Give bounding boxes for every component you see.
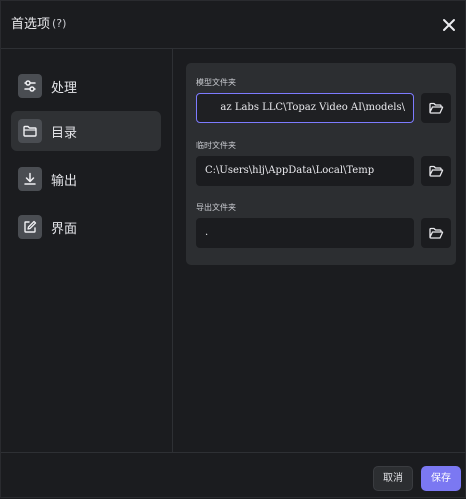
save-button[interactable]: 保存: [421, 466, 461, 491]
sidebar-item-label: 处理: [51, 80, 78, 96]
dialog-header: 首选项 (?): [1, 1, 466, 49]
cancel-button[interactable]: 取消: [373, 466, 413, 491]
model-folder-value: az Labs LLC\Topaz Video AI\models\: [220, 102, 405, 113]
model-folder-label: 模型文件夹: [196, 78, 236, 87]
dialog-title: 首选项 (?): [11, 17, 66, 33]
temp-folder-browse-button[interactable]: [421, 156, 451, 186]
close-button[interactable]: [439, 15, 459, 35]
folder-open-icon: [429, 227, 444, 239]
download-icon: [18, 167, 42, 191]
sidebar-item-directories[interactable]: 目录: [11, 111, 161, 151]
close-icon: [443, 19, 455, 31]
sidebar-item-label: 输出: [51, 173, 78, 189]
sidebar-item-interface[interactable]: 界面: [11, 207, 161, 247]
sidebar-item-label: 目录: [51, 125, 78, 141]
sidebar-item-output[interactable]: 输出: [11, 159, 161, 199]
folder-open-icon: [429, 102, 444, 114]
sidebar-item-label: 界面: [51, 221, 78, 237]
model-folder-input[interactable]: az Labs LLC\Topaz Video AI\models\: [196, 93, 414, 123]
model-folder-browse-button[interactable]: [421, 93, 451, 123]
help-icon[interactable]: (?): [52, 16, 66, 32]
folder-icon: [18, 119, 42, 143]
directories-panel: 模型文件夹 az Labs LLC\Topaz Video AI\models\…: [186, 63, 456, 265]
dialog-title-text: 首选项: [11, 17, 51, 32]
folder-open-icon: [429, 165, 444, 177]
temp-folder-input[interactable]: C:\Users\hlj\AppData\Local\Temp: [196, 156, 414, 186]
edit-square-icon: [18, 215, 42, 239]
export-folder-input[interactable]: .: [196, 218, 414, 248]
temp-folder-label: 临时文件夹: [196, 141, 236, 150]
preferences-dialog: 首选项 (?) 处理 目录 输出 界面 模型文件夹 az Labs LLC\To…: [0, 0, 466, 498]
dialog-footer: 取消 保存: [1, 452, 466, 499]
preferences-sidebar: 处理 目录 输出 界面: [1, 49, 173, 452]
sidebar-item-processing[interactable]: 处理: [11, 66, 161, 106]
sliders-icon: [18, 74, 42, 98]
export-folder-browse-button[interactable]: [421, 218, 451, 248]
export-folder-label: 导出文件夹: [196, 203, 236, 212]
